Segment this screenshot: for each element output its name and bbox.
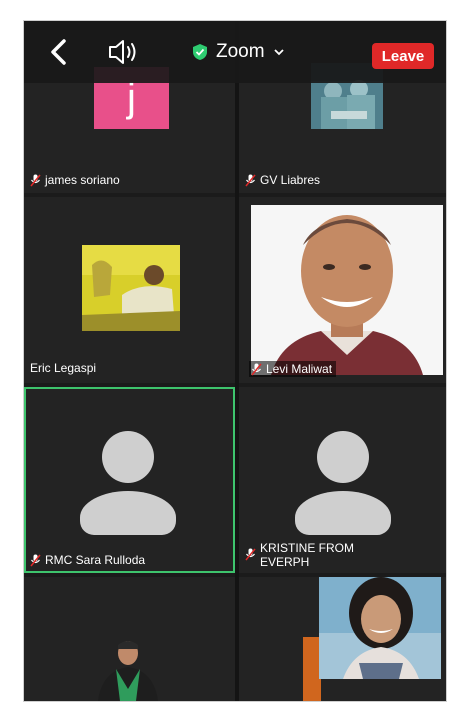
participant-name: Levi Maliwat [266, 362, 333, 376]
participant-tile-rmc-sara-rulloda[interactable]: RMC Sara Rulloda [24, 387, 235, 573]
participant-nameplate: GV Liabres [245, 173, 320, 187]
participant-tile-kristine-from-everph[interactable]: KRISTINE FROM EVERPH [239, 387, 446, 573]
participant-nameplate: RMC Sara Rulloda [30, 553, 145, 567]
participant-nameplate: KRISTINE FROM EVERPH [245, 541, 365, 569]
person-portrait-image [251, 205, 443, 375]
muted-mic-icon [251, 363, 262, 376]
leave-button[interactable]: Leave [372, 43, 434, 69]
speaker-icon [109, 40, 136, 64]
participant-nameplate: Eric Legaspi [30, 361, 96, 375]
muted-mic-icon [245, 548, 256, 561]
participant-tile-eric-legaspi[interactable]: Eric Legaspi [24, 197, 235, 383]
participant-tile-levi-maliwat[interactable]: Levi Maliwat [239, 197, 446, 383]
video-thumbnail [82, 245, 180, 331]
grid-divider [235, 21, 239, 701]
person-placeholder-icon [102, 431, 154, 483]
meeting-title: Zoom [216, 41, 265, 62]
participant-nameplate: Levi Maliwat [249, 361, 337, 377]
muted-mic-icon [30, 554, 41, 567]
participant-name: RMC Sara Rulloda [45, 553, 146, 567]
person-placeholder-body [295, 491, 391, 535]
participant-name: Eric Legaspi [30, 361, 97, 375]
chevron-down-icon [273, 49, 284, 56]
participant-tile-woman[interactable] [239, 577, 446, 701]
meeting-title-menu[interactable]: Zoom [192, 39, 285, 65]
yellow-photo-image [82, 245, 180, 331]
participant-name: KRISTINE FROM EVERPH [260, 541, 355, 569]
muted-mic-icon [245, 174, 256, 187]
back-button[interactable] [44, 35, 74, 69]
graduation-photo-image [98, 641, 158, 701]
muted-mic-icon [30, 174, 41, 187]
back-chevron-icon [51, 39, 66, 65]
person-placeholder-icon [317, 431, 369, 483]
video-feed [319, 577, 441, 679]
video-feed [251, 205, 443, 375]
participant-nameplate: james soriano [30, 173, 120, 187]
participant-tile-graduate[interactable] [24, 577, 235, 701]
participant-name: james soriano [45, 173, 120, 187]
woman-portrait-image [319, 577, 441, 679]
participant-name: GV Liabres [260, 173, 321, 187]
meeting-top-bar: Zoom Leave [24, 21, 446, 83]
audio-output-button[interactable] [106, 37, 142, 67]
person-placeholder-body [80, 491, 176, 535]
shield-check-icon [193, 44, 207, 60]
zoom-meeting-window: Zoom Leave j james soriano GV Liabres Er… [23, 20, 447, 702]
